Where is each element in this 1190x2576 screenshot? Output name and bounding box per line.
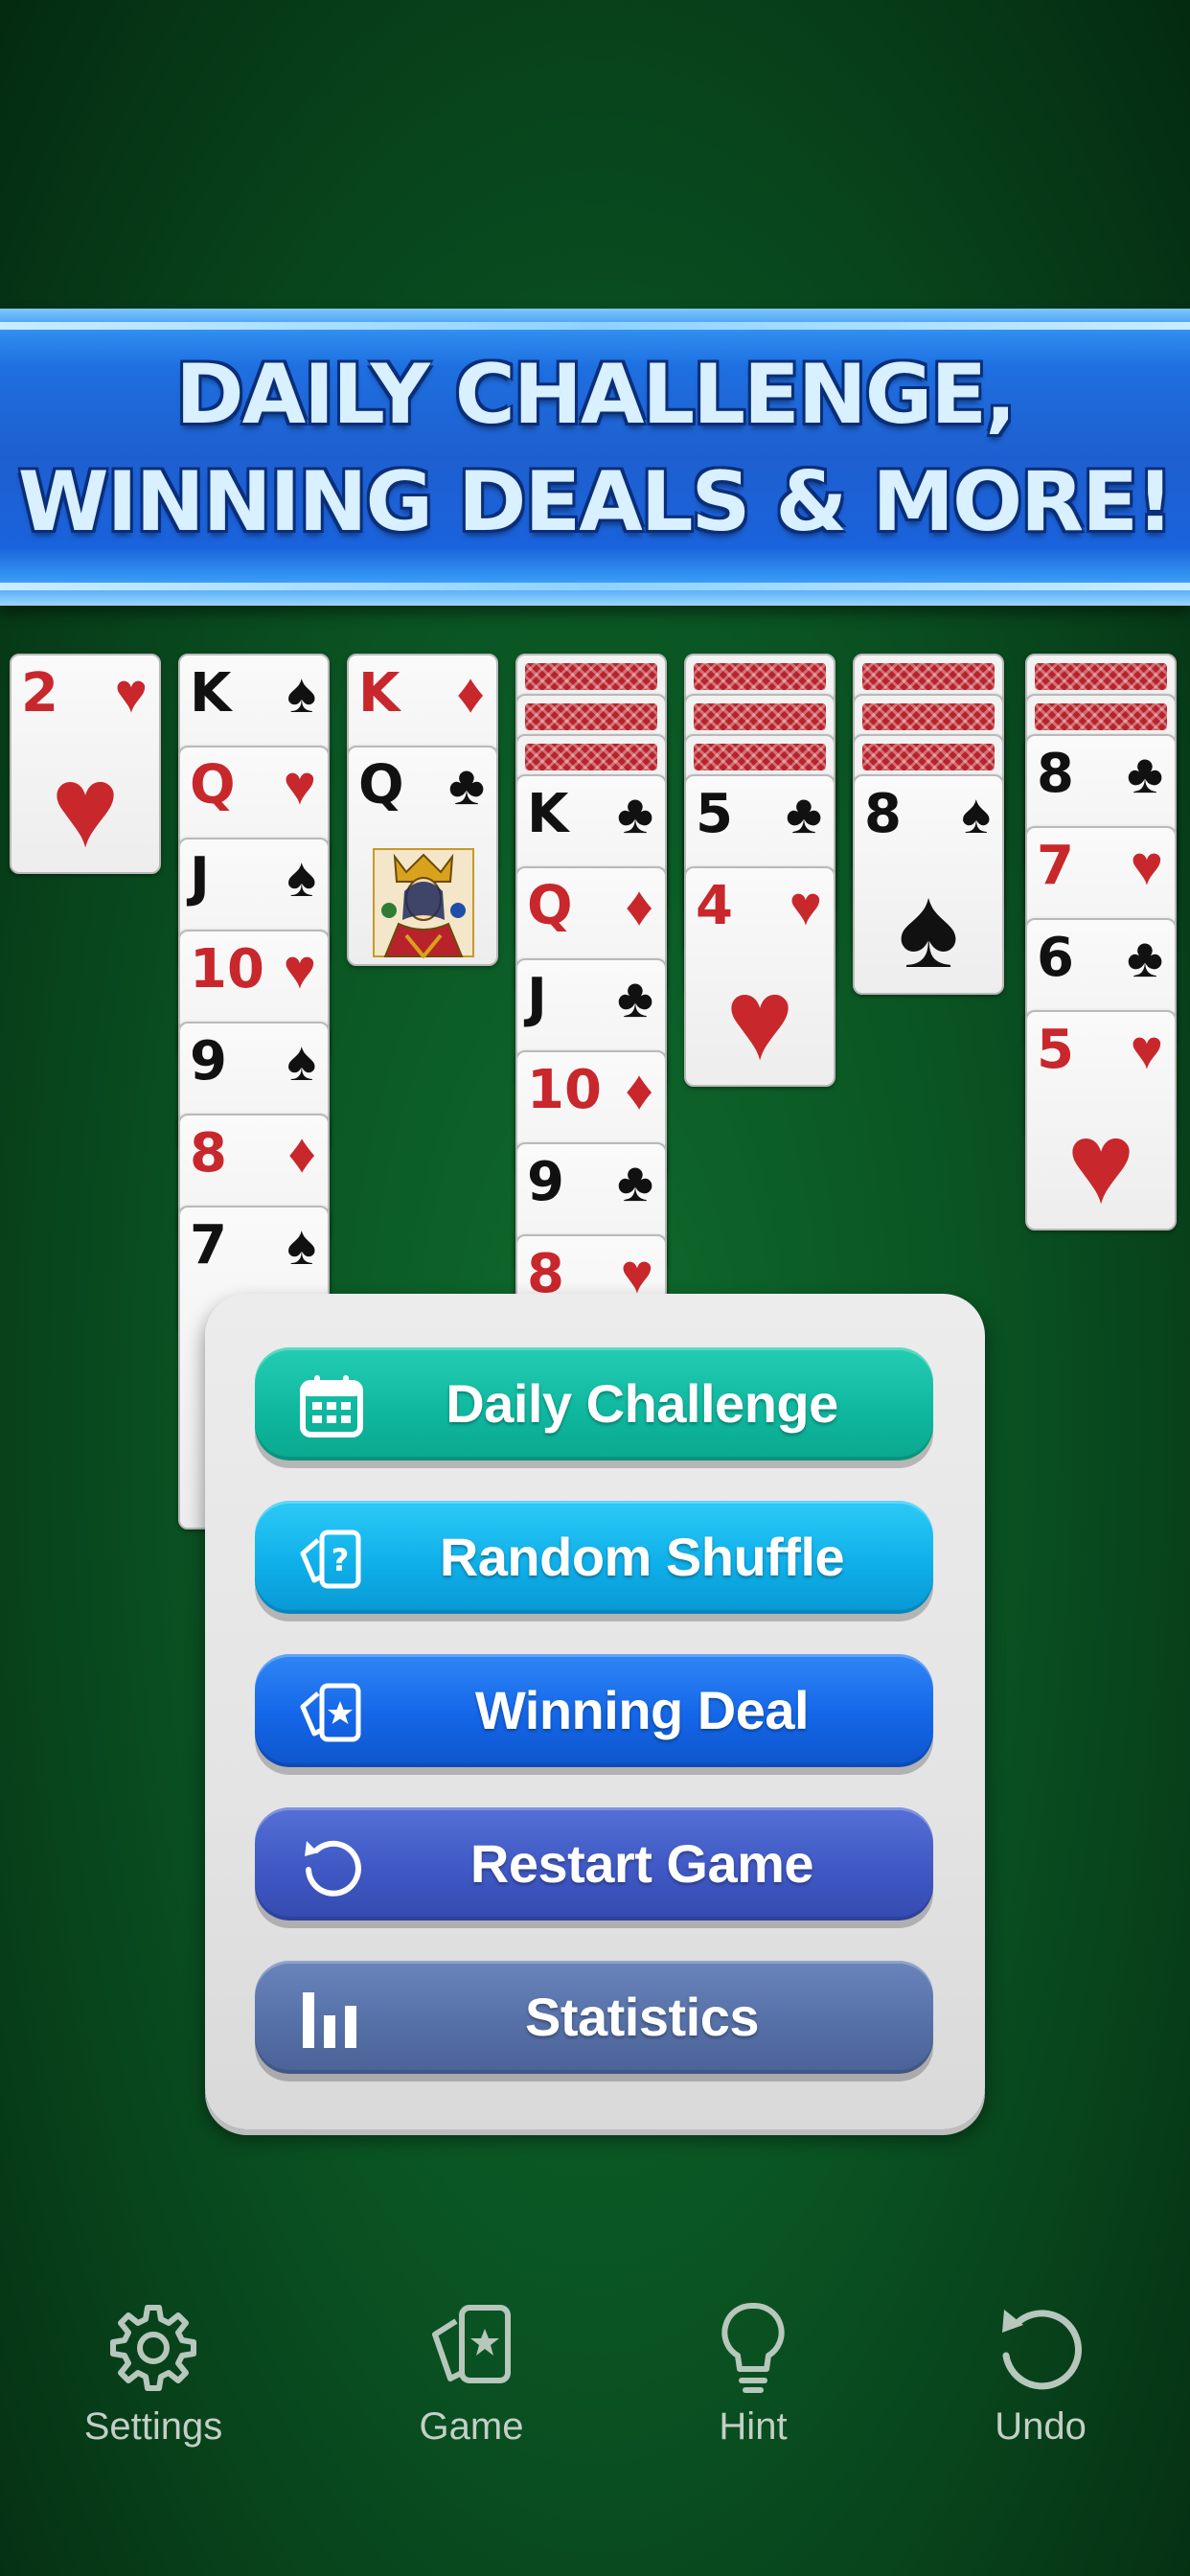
card-suit: ♥ (114, 662, 148, 724)
card-8-spades[interactable]: 8 ♠ ♠ (853, 774, 1004, 995)
card-suit-large: ♠ (898, 863, 959, 992)
card-rank: 5 (1037, 1019, 1074, 1081)
card-suit: ♦ (625, 1059, 653, 1121)
card-rank: J (527, 967, 547, 1029)
card-back-pattern (694, 663, 826, 690)
card-back-pattern (525, 703, 657, 730)
card-rank: 10 (527, 1059, 602, 1121)
card-back-pattern (694, 703, 826, 730)
card-4-hearts[interactable]: 4 ♥ ♥ (684, 866, 835, 1087)
card-rank: Q (190, 754, 236, 816)
game-nav-button[interactable]: Game (366, 2300, 577, 2492)
restart-game-label: Restart Game (469, 1833, 814, 1894)
card-suit: ♣ (1126, 743, 1163, 805)
card-suit: ♣ (616, 1151, 653, 1213)
hint-label: Hint (719, 2405, 788, 2448)
star-cards-icon (300, 1683, 361, 1742)
card-suit: ♥ (789, 875, 822, 937)
random-shuffle-button[interactable]: ? Random Shuffle (255, 1501, 933, 1614)
card-q-clubs[interactable]: Q ♣ (347, 746, 498, 966)
card-suit: ♦ (625, 875, 653, 937)
undo-label: Undo (995, 2405, 1087, 2448)
game-menu-panel: Daily Challenge ? Random Shuffle Winning… (205, 1294, 985, 2129)
undo-icon (1002, 2310, 1082, 2390)
card-2-hearts[interactable]: 2 ♥ ♥ (10, 654, 161, 874)
card-back-pattern (525, 663, 657, 690)
card-suit: ♣ (616, 967, 653, 1029)
card-back-pattern (525, 744, 657, 770)
lightbulb-icon (721, 2302, 785, 2393)
game-label: Game (419, 2405, 524, 2448)
card-suit: ♠ (286, 1214, 316, 1276)
card-suit: ♣ (447, 754, 485, 816)
card-back-pattern (862, 663, 995, 690)
statistics-button[interactable]: Statistics (255, 1961, 933, 2074)
bottom-toolbar: Settings Game Hint Undo (0, 2300, 1190, 2492)
card-suit: ♥ (1130, 835, 1163, 897)
card-suit: ♣ (616, 783, 653, 845)
queen-portrait-image (373, 848, 474, 958)
random-shuffle-label: Random Shuffle (439, 1527, 845, 1587)
statistics-label: Statistics (525, 1987, 760, 2047)
card-rank: 7 (1037, 835, 1074, 897)
card-rank: 2 (21, 662, 58, 724)
card-suit: ♥ (283, 938, 316, 1000)
card-rank: 8 (864, 783, 902, 845)
card-rank: 10 (190, 938, 264, 1000)
shuffle-cards-icon: ? (300, 1530, 361, 1589)
card-suit: ♠ (286, 846, 316, 908)
promo-banner: DAILY CHALLENGE, WINNING DEALS & MORE! (0, 309, 1190, 606)
undo-nav-button[interactable]: Undo (935, 2300, 1146, 2492)
card-back-pattern (862, 703, 995, 730)
card-rank: 6 (1037, 927, 1074, 989)
gear-icon (110, 2305, 196, 2391)
bar-chart-icon (303, 1992, 356, 2048)
card-suit: ♠ (286, 662, 316, 724)
card-rank: 8 (1037, 743, 1074, 805)
card-rank: 9 (527, 1151, 564, 1213)
card-rank: 9 (190, 1030, 227, 1092)
daily-challenge-label: Daily Challenge (446, 1373, 838, 1434)
card-suit: ♥ (1130, 1019, 1163, 1081)
settings-label: Settings (83, 2405, 223, 2448)
card-star-icon (432, 2305, 511, 2383)
card-suit: ♥ (283, 754, 316, 816)
card-rank: Q (527, 875, 573, 937)
hint-nav-button[interactable]: Hint (648, 2300, 858, 2492)
banner-line-2: WINNING DEALS & MORE! (17, 454, 1175, 550)
calendar-icon (300, 1375, 363, 1438)
card-5-hearts[interactable]: 5 ♥ ♥ (1025, 1010, 1177, 1230)
winning-deal-button[interactable]: Winning Deal (255, 1654, 933, 1767)
card-back-pattern (1035, 663, 1167, 690)
card-rank: K (358, 662, 400, 724)
card-suit: ♣ (1126, 927, 1163, 989)
card-suit: ♦ (287, 1122, 316, 1184)
card-suit-large: ♥ (1066, 1099, 1135, 1228)
winning-deal-label: Winning Deal (474, 1680, 810, 1740)
card-rank: K (190, 662, 232, 724)
card-rank: 7 (190, 1214, 227, 1276)
card-rank: 5 (696, 783, 733, 845)
card-suit-large: ♥ (725, 955, 794, 1084)
card-suit: ♠ (286, 1030, 316, 1092)
svg-text:?: ? (332, 1542, 350, 1578)
card-rank: 8 (190, 1122, 227, 1184)
settings-nav-button[interactable]: Settings (48, 2300, 259, 2492)
card-back-pattern (862, 744, 995, 770)
card-suit: ♦ (456, 662, 485, 724)
card-back-pattern (1035, 703, 1167, 730)
banner-line-1: DAILY CHALLENGE, (175, 347, 1017, 443)
card-suit: ♣ (785, 783, 822, 845)
restart-icon (305, 1840, 361, 1897)
restart-game-button[interactable]: Restart Game (255, 1807, 933, 1920)
card-rank: J (190, 846, 210, 908)
card-suit-large: ♥ (51, 743, 120, 871)
card-rank: Q (358, 754, 404, 816)
card-rank: K (527, 783, 569, 845)
card-rank: 4 (696, 875, 733, 937)
daily-challenge-button[interactable]: Daily Challenge (255, 1347, 933, 1460)
card-back-pattern (694, 744, 826, 770)
card-suit: ♠ (961, 783, 991, 845)
